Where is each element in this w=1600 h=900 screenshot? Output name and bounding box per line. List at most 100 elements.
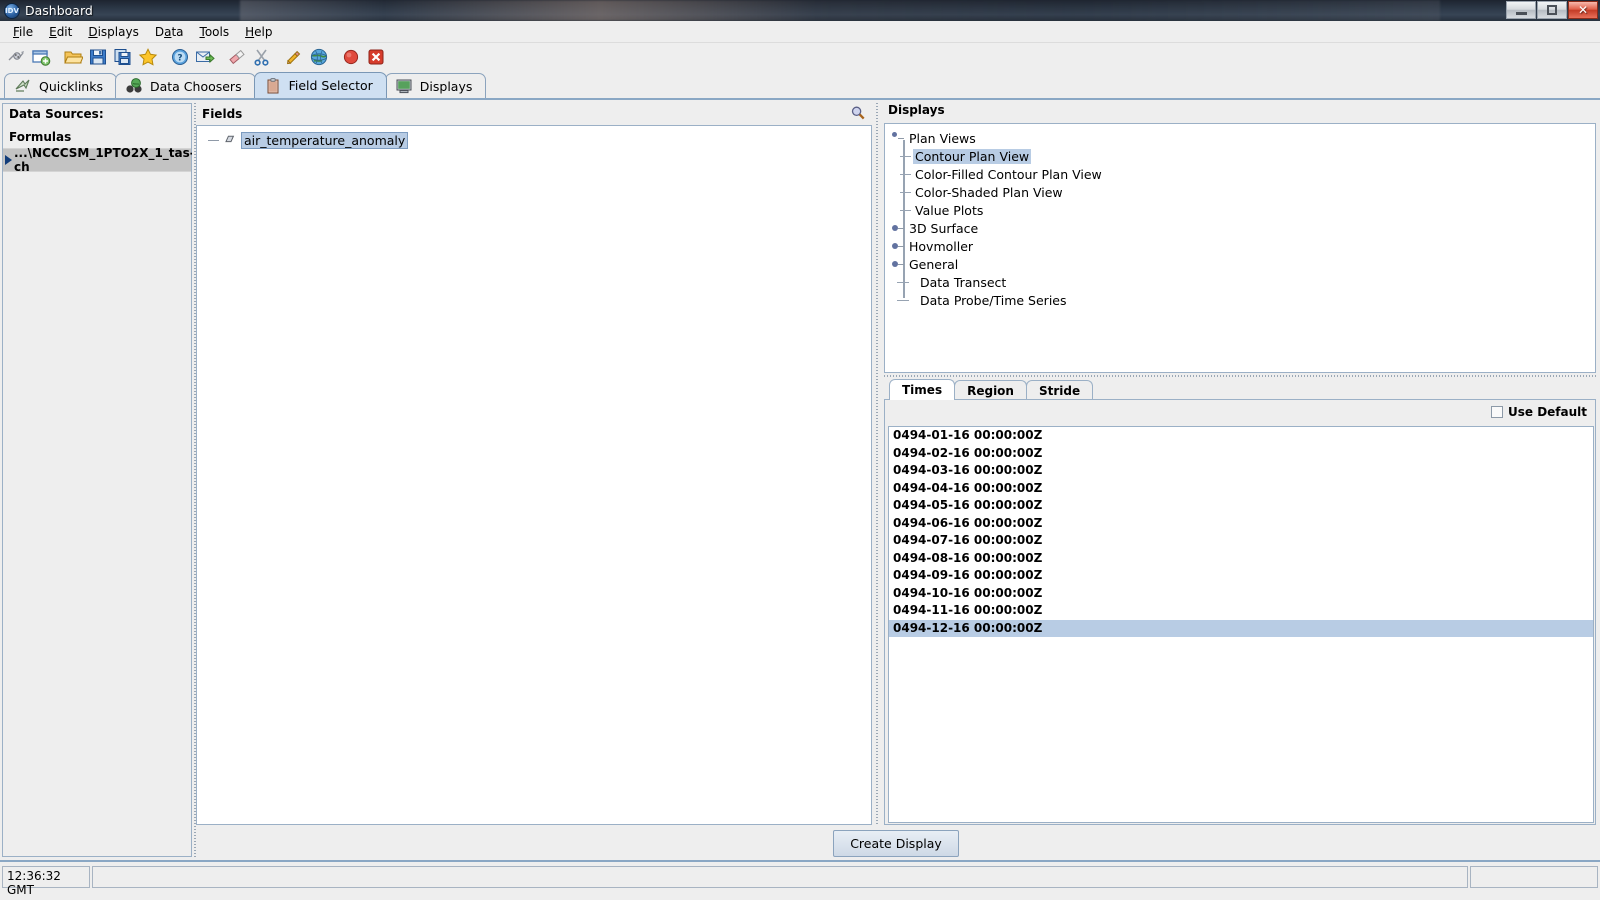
menu-displays[interactable]: Displays <box>80 23 147 41</box>
tree-node-hovmoller[interactable]: Hovmoller <box>885 237 1595 255</box>
tree-node-color-shaded-plan-view[interactable]: Color-Shaded Plan View <box>885 183 1595 201</box>
menu-help[interactable]: Help <box>237 23 280 41</box>
status-right-slot <box>1470 866 1598 888</box>
field-selector-panel: Data Sources: Formulas ...\NCCCSM_1PTO2X… <box>0 98 1600 860</box>
favorite-star-icon[interactable] <box>136 45 160 69</box>
tab-field-selector[interactable]: Field Selector <box>253 72 387 98</box>
field-item-air-temperature-anomaly[interactable]: air_temperature_anomaly <box>197 132 871 149</box>
connect-data-icon[interactable] <box>4 45 28 69</box>
times-list-item[interactable]: 0494-04-16 00:00:00Z <box>889 480 1593 498</box>
menu-tools[interactable]: Tools <box>192 23 238 41</box>
displays-header: Displays <box>888 103 945 117</box>
displays-panel: Displays Plan Views Contour Plan View Co… <box>884 103 1596 373</box>
tab-data-choosers[interactable]: Data Choosers <box>114 73 256 98</box>
close-icon: ✕ <box>1577 3 1589 17</box>
tab-displays-label: Displays <box>419 78 473 94</box>
times-list-item[interactable]: 0494-05-16 00:00:00Z <box>889 497 1593 515</box>
tree-elbow-icon <box>891 165 913 183</box>
data-source-item-nccsm[interactable]: ...\NCCCSM_1PTO2X_1_tas-ch <box>3 146 195 174</box>
times-list-item[interactable]: 0494-03-16 00:00:00Z <box>889 462 1593 480</box>
svg-text:?: ? <box>177 53 182 63</box>
times-list-item[interactable]: 0494-11-16 00:00:00Z <box>889 602 1593 620</box>
new-window-icon[interactable] <box>29 45 53 69</box>
expand-knob-icon[interactable] <box>891 257 905 271</box>
tab-stride[interactable]: Stride <box>1025 380 1094 400</box>
times-list-item[interactable]: 0494-08-16 00:00:00Z <box>889 550 1593 568</box>
splitter-fields-displays[interactable] <box>874 103 880 825</box>
send-mail-icon[interactable] <box>193 45 217 69</box>
menu-edit[interactable]: Edit <box>41 23 80 41</box>
times-list[interactable]: 0494-01-16 00:00:00Z 0494-02-16 00:00:00… <box>888 426 1594 823</box>
tree-node-plan-views[interactable]: Plan Views <box>885 129 1595 147</box>
window-titlebar: IDV Dashboard ✕ <box>0 0 1600 21</box>
times-list-item[interactable]: 0494-01-16 00:00:00Z <box>889 427 1593 445</box>
fields-tree[interactable]: air_temperature_anomaly <box>196 125 872 825</box>
tree-node-general[interactable]: General <box>885 255 1595 273</box>
menu-data-label: ta <box>171 24 184 39</box>
subset-tabstrip: Times Region Stride <box>884 378 1596 400</box>
tree-node-label: Plan Views <box>909 130 976 146</box>
status-bar-inner: 12:36:32 GMT <box>2 866 1598 900</box>
menu-data[interactable]: Data <box>147 23 192 41</box>
tab-region-label: Region <box>967 383 1014 398</box>
tab-displays[interactable]: Displays <box>384 73 487 98</box>
tree-node-3d-surface[interactable]: 3D Surface <box>885 219 1595 237</box>
menu-tools-label: ools <box>204 24 230 39</box>
tab-field-selector-label: Field Selector <box>288 78 373 93</box>
save-as-icon[interactable] <box>111 45 135 69</box>
tab-quicklinks[interactable]: Quicklinks <box>4 73 117 98</box>
use-default-checkbox[interactable] <box>1490 406 1503 418</box>
tree-elbow-icon <box>891 147 913 165</box>
window-title: Dashboard <box>25 3 93 18</box>
times-list-item[interactable]: 0494-06-16 00:00:00Z <box>889 515 1593 533</box>
tree-elbow-icon <box>896 273 918 291</box>
tree-node-data-probe-time-series[interactable]: Data Probe/Time Series <box>885 291 1595 309</box>
tree-node-color-filled-contour-plan-view[interactable]: Color-Filled Contour Plan View <box>885 165 1595 183</box>
data-sources-list[interactable]: Formulas ...\NCCCSM_1PTO2X_1_tas-ch <box>3 126 195 856</box>
tree-node-contour-plan-view[interactable]: Contour Plan View <box>885 147 1595 165</box>
status-message <box>92 866 1468 888</box>
pencil-icon[interactable] <box>282 45 306 69</box>
expand-knob-icon[interactable] <box>891 239 905 253</box>
menu-file[interactable]: File <box>5 23 41 41</box>
expand-knob-icon[interactable] <box>891 221 905 235</box>
times-list-item-selected[interactable]: 0494-12-16 00:00:00Z <box>889 619 1593 637</box>
globe-icon[interactable] <box>307 45 331 69</box>
status-bar: 12:36:32 GMT <box>0 860 1600 900</box>
times-list-item[interactable]: 0494-07-16 00:00:00Z <box>889 532 1593 550</box>
create-display-bar: Create Display <box>196 828 1596 858</box>
tree-node-data-transect[interactable]: Data Transect <box>885 273 1595 291</box>
stop-record-icon[interactable] <box>339 45 363 69</box>
create-display-button[interactable]: Create Display <box>833 829 959 857</box>
tree-node-label: 3D Surface <box>909 220 979 236</box>
menu-help-label: elp <box>254 24 273 39</box>
minimize-button[interactable] <box>1506 1 1536 19</box>
exit-icon[interactable] <box>364 45 388 69</box>
use-default-row: Use Default <box>885 400 1595 424</box>
scissors-icon[interactable] <box>250 45 274 69</box>
tab-region[interactable]: Region <box>954 380 1027 400</box>
times-list-item[interactable]: 0494-10-16 00:00:00Z <box>889 585 1593 603</box>
tab-quicklinks-label: Quicklinks <box>39 78 103 94</box>
expand-knob-icon[interactable] <box>891 131 905 145</box>
maximize-icon <box>1547 5 1557 15</box>
idv-globe-icon: IDV <box>4 2 20 19</box>
times-list-item[interactable]: 0494-02-16 00:00:00Z <box>889 445 1593 463</box>
help-icon[interactable]: ? <box>168 45 192 69</box>
close-button[interactable]: ✕ <box>1568 1 1598 19</box>
open-folder-icon[interactable] <box>61 45 85 69</box>
tree-node-value-plots[interactable]: Value Plots <box>885 201 1595 219</box>
menu-edit-label: dit <box>56 24 73 39</box>
expand-triangle-icon[interactable] <box>5 155 12 165</box>
magnifier-icon[interactable] <box>850 105 866 124</box>
tree-elbow-icon <box>891 201 913 219</box>
eraser-icon[interactable] <box>225 45 249 69</box>
displays-tree[interactable]: Plan Views Contour Plan View Color-Fille… <box>884 123 1596 373</box>
maximize-button[interactable] <box>1537 1 1567 19</box>
times-list-item[interactable]: 0494-09-16 00:00:00Z <box>889 567 1593 585</box>
binoculars-icon <box>125 77 143 95</box>
data-source-formulas-label: Formulas <box>9 130 72 144</box>
tab-times[interactable]: Times <box>889 379 956 400</box>
data-source-nccsm-label: ...\NCCCSM_1PTO2X_1_tas-ch <box>14 146 195 174</box>
save-icon[interactable] <box>86 45 110 69</box>
